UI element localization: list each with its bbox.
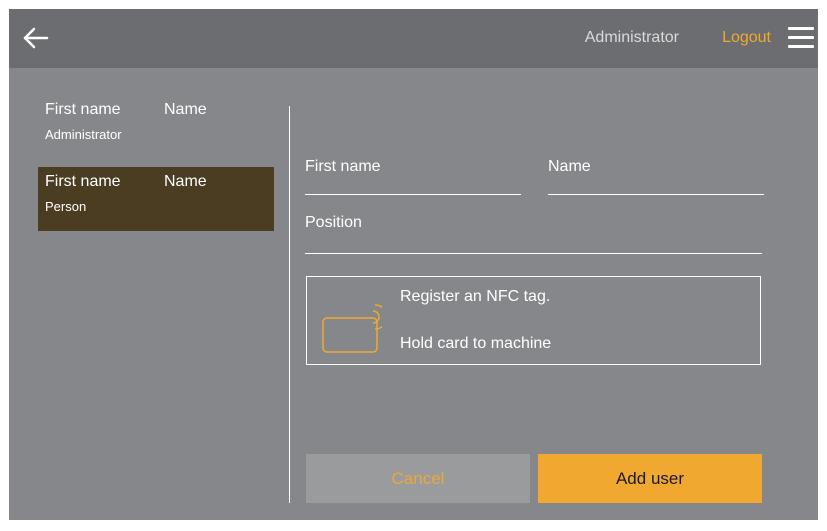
add-user-button[interactable]: Add user [538,454,762,503]
nfc-card-icon [322,304,382,353]
name-field[interactable]: Name [548,150,764,195]
app-screen: Administrator Logout First name Name Adm… [9,9,818,520]
nfc-register-box[interactable]: Register an NFC tag. Hold card to machin… [306,276,761,365]
arrow-left-icon [23,27,49,49]
user-role: Person [45,199,87,214]
position-field[interactable]: Position [305,206,762,254]
logout-link[interactable]: Logout [722,29,771,47]
nfc-instruction-title: Register an NFC tag. [400,288,551,305]
current-user-label: Administrator [584,29,679,46]
user-first-name: First name [45,101,121,118]
menu-button[interactable] [786,25,816,51]
panel-divider [289,106,290,503]
name-placeholder: Name [548,158,591,175]
first-name-field[interactable]: First name [305,150,521,195]
first-name-placeholder: First name [305,158,381,175]
user-role: Administrator [45,127,122,142]
user-list-item-selected[interactable]: First name Name Person [38,167,274,231]
user-first-name: First name [45,173,121,190]
user-last-name: Name [164,101,207,118]
top-bar: Administrator Logout [9,9,818,68]
position-placeholder: Position [305,214,362,231]
user-last-name: Name [164,173,207,190]
back-button[interactable] [21,23,51,53]
cancel-button[interactable]: Cancel [306,454,530,503]
nfc-instruction-detail: Hold card to machine [400,335,552,352]
user-list-item[interactable]: First name Name Administrator [38,95,274,159]
